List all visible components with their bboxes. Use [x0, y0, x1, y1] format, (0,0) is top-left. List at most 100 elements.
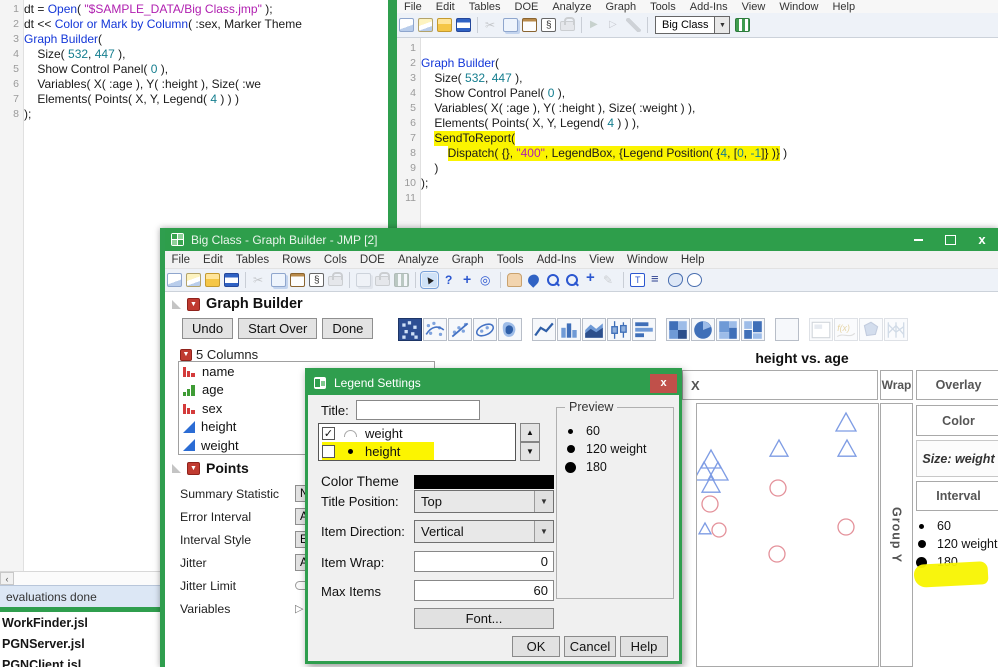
copy-icon[interactable] — [503, 18, 518, 32]
save-icon[interactable] — [224, 273, 239, 287]
map-shapes-chart-icon[interactable] — [859, 318, 883, 341]
data-table-selector[interactable]: Big Class ▼ — [655, 16, 730, 34]
scroll-left-arrow[interactable]: ‹ — [0, 572, 14, 585]
open-icon[interactable] — [437, 18, 452, 32]
legend-entry-row[interactable]: ✓weight — [319, 424, 515, 442]
code-line[interactable]: 2dt << Color or Mark by Column( :sex, Ma… — [0, 17, 388, 32]
formula-chart-icon[interactable]: f(x) — [834, 318, 858, 341]
overlay-zone[interactable]: Overlay — [916, 370, 998, 400]
menu-tools[interactable]: Tools — [643, 1, 683, 13]
lasso-icon[interactable] — [668, 273, 683, 287]
contour-chart-icon[interactable] — [498, 318, 522, 341]
code-line[interactable]: 7 SendToReport( — [397, 131, 998, 146]
size-zone[interactable]: Size: weight — [916, 440, 998, 477]
triangle-marker[interactable] — [770, 440, 788, 456]
caption-box-chart-icon[interactable] — [809, 318, 833, 341]
plus-icon[interactable] — [583, 273, 598, 287]
code-line[interactable]: 1 — [397, 41, 998, 56]
code-line[interactable]: 8); — [0, 107, 388, 122]
menu-cols[interactable]: Cols — [317, 254, 353, 266]
circle-marker[interactable] — [712, 523, 726, 537]
code-line[interactable]: 9 ) — [397, 161, 998, 176]
code-line[interactable]: 5 Variables( X( :age ), Y( :height ), Si… — [397, 101, 998, 116]
report-menu-icon[interactable]: ▼ — [187, 298, 200, 311]
brush-icon[interactable] — [526, 272, 541, 287]
font-button[interactable]: Font... — [414, 608, 554, 629]
new-script-icon[interactable] — [399, 18, 414, 32]
paste-icon[interactable] — [522, 18, 537, 32]
lines-icon[interactable] — [649, 273, 664, 287]
menu-edit[interactable]: Edit — [197, 254, 230, 266]
pencil-icon[interactable] — [602, 273, 617, 287]
code-line[interactable]: 2Graph Builder( — [397, 56, 998, 71]
menu-file[interactable]: File — [165, 254, 197, 266]
lock-icon[interactable] — [328, 276, 343, 286]
triangle-marker[interactable] — [702, 476, 720, 492]
done-button[interactable]: Done — [322, 318, 373, 339]
code-line[interactable]: 5 Show Control Panel( 0 ), — [0, 62, 388, 77]
menu-analyze[interactable]: Analyze — [391, 254, 445, 266]
treemap-chart-icon[interactable] — [716, 318, 740, 341]
cut-icon[interactable] — [484, 18, 499, 32]
circle-marker[interactable] — [838, 519, 854, 535]
blank-chart-icon[interactable] — [775, 318, 799, 341]
triangle-marker[interactable] — [699, 523, 711, 534]
mag-icon[interactable] — [564, 273, 579, 287]
help-button[interactable]: Help — [620, 636, 668, 657]
menu-view[interactable]: View — [583, 254, 621, 266]
code-line[interactable]: 7 Elements( Points( X, Y, Legend( 4 ) ) … — [0, 92, 388, 107]
table-icon[interactable] — [735, 18, 750, 32]
copy-icon[interactable] — [356, 273, 371, 287]
move-down-button[interactable]: ▼ — [520, 442, 540, 461]
color-theme-swatch[interactable] — [414, 475, 554, 489]
menu-tables[interactable]: Tables — [462, 1, 508, 13]
legend-title-input[interactable] — [356, 400, 480, 420]
menu-doe[interactable]: DOE — [353, 254, 391, 266]
right-script-editor[interactable]: FileEditTablesDOEAnalyzeGraphToolsAdd-In… — [397, 0, 998, 228]
item-direction-select[interactable]: Vertical ▼ — [414, 520, 554, 543]
menu-graph[interactable]: Graph — [445, 254, 490, 266]
interval-zone[interactable]: Interval — [916, 481, 998, 511]
dialog-close-icon[interactable]: x — [650, 374, 677, 393]
hand-icon[interactable] — [507, 273, 522, 287]
menu-view[interactable]: View — [735, 1, 773, 13]
menu-rows[interactable]: Rows — [276, 254, 318, 266]
cancel-button[interactable]: Cancel — [564, 636, 616, 657]
triangle-marker[interactable] — [701, 450, 721, 468]
area-chart-icon[interactable] — [582, 318, 606, 341]
circle-marker[interactable] — [770, 480, 786, 496]
menu-addins[interactable]: Add-Ins — [683, 1, 735, 13]
start-over-button[interactable]: Start Over — [238, 318, 317, 339]
legend-items-listbox[interactable]: ✓weightheight — [318, 423, 516, 461]
chevron-down-icon[interactable]: ▼ — [534, 521, 553, 542]
oval-icon[interactable] — [687, 273, 702, 287]
menu-edit[interactable]: Edit — [429, 1, 462, 13]
lock-icon[interactable] — [560, 21, 575, 31]
heatmap-chart-icon[interactable] — [666, 318, 690, 341]
lock-icon[interactable] — [375, 276, 390, 286]
menu-graph[interactable]: Graph — [598, 1, 643, 13]
code-line[interactable]: 6 Elements( Points( X, Y, Legend( 4 ) ) … — [397, 116, 998, 131]
move-icon[interactable] — [460, 273, 475, 287]
mag-icon[interactable] — [545, 273, 560, 287]
line-chart-icon[interactable] — [532, 318, 556, 341]
legend-entry-row[interactable]: height — [319, 442, 515, 460]
menu-window[interactable]: Window — [772, 1, 825, 13]
move-up-button[interactable]: ▲ — [520, 423, 540, 442]
code-line[interactable]: 3Graph Builder( — [0, 32, 388, 47]
line-of-fit-chart-icon[interactable] — [448, 318, 472, 341]
code-line[interactable]: 4 Show Control Panel( 0 ), — [397, 86, 998, 101]
points-menu-icon[interactable]: ▼ — [187, 462, 200, 475]
code-line[interactable]: 4 Size( 532, 447 ), — [0, 47, 388, 62]
chevron-down-icon[interactable]: ▼ — [534, 491, 553, 512]
menu-help[interactable]: Help — [825, 1, 862, 13]
item-wrap-input[interactable]: 0 — [414, 551, 554, 572]
box-plot-chart-icon[interactable] — [607, 318, 631, 341]
title-position-select[interactable]: Top ▼ — [414, 490, 554, 513]
x-zone[interactable]: X — [682, 370, 878, 400]
triangle-marker[interactable] — [836, 413, 856, 431]
plot-area[interactable] — [696, 403, 879, 667]
script-icon[interactable] — [309, 273, 324, 287]
wrench-icon[interactable] — [626, 18, 641, 32]
menu-analyze[interactable]: Analyze — [545, 1, 598, 13]
